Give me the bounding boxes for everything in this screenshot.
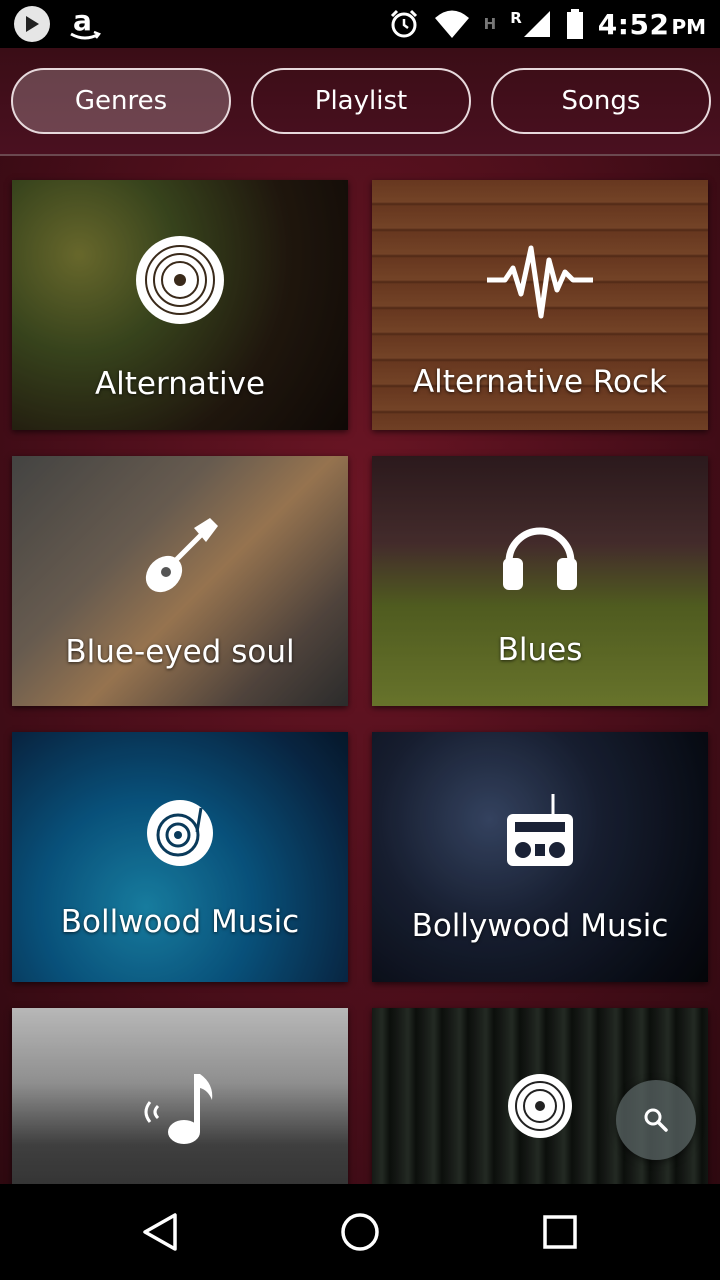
tab-songs[interactable]: Songs	[491, 68, 711, 134]
clock-ampm: PM	[671, 14, 706, 39]
genre-label: Alternative Rock	[412, 364, 668, 400]
tab-playlist[interactable]: Playlist	[251, 68, 471, 134]
search-button[interactable]	[616, 1080, 696, 1160]
network-type-label: H	[483, 15, 497, 33]
turntable-icon	[147, 800, 213, 866]
search-icon	[644, 1108, 668, 1132]
genre-label: Blue-eyed soul	[65, 634, 295, 670]
recents-button[interactable]	[538, 1210, 582, 1254]
roaming-label: R	[510, 9, 522, 27]
clock-time: 4:52	[597, 7, 670, 41]
navigation-bar	[0, 1184, 720, 1280]
genre-label: Bollywood Music	[411, 908, 669, 944]
genre-label: Bollwood Music	[60, 904, 300, 940]
genre-card-bollwood-music[interactable]: Bollwood Music	[12, 732, 348, 982]
vinyl-record-icon	[508, 1074, 572, 1138]
genre-label: Alternative	[94, 366, 266, 402]
sound-wave-icon	[487, 245, 593, 319]
vinyl-record-icon	[136, 236, 224, 324]
home-button[interactable]	[338, 1210, 382, 1254]
play-icon	[14, 6, 50, 42]
genre-card-alternative-rock[interactable]: Alternative Rock	[372, 180, 708, 430]
tab-genres[interactable]: Genres	[11, 68, 231, 134]
guitar-icon	[145, 518, 218, 593]
genre-card-blues[interactable]: Blues	[372, 456, 708, 706]
genre-card-bollywood-music[interactable]: Bollywood Music	[372, 732, 708, 982]
svg-text:a: a	[73, 6, 92, 37]
alarm-icon	[390, 9, 417, 38]
boombox-icon	[507, 794, 573, 866]
battery-icon	[566, 9, 583, 39]
amazon-icon: a	[70, 6, 101, 40]
genre-label: Blues	[497, 632, 583, 668]
app-content: Genres Playlist Songs Alternative Altern…	[0, 48, 720, 1184]
tab-bar: Genres Playlist Songs	[0, 48, 720, 156]
status-bar: a H R 4:52 PM	[0, 0, 720, 48]
wifi-icon	[434, 10, 469, 38]
genre-card-radio[interactable]	[12, 1008, 348, 1184]
back-button[interactable]	[138, 1210, 182, 1254]
genre-card-blue-eyed-soul[interactable]: Blue-eyed soul	[12, 456, 348, 706]
signal-icon	[523, 11, 550, 37]
back-icon	[143, 1213, 177, 1251]
headphones-icon	[503, 527, 577, 590]
genre-card-alternative[interactable]: Alternative	[12, 180, 348, 430]
home-icon	[341, 1213, 379, 1251]
music-note-icon	[144, 1074, 213, 1144]
recents-icon	[543, 1215, 577, 1249]
